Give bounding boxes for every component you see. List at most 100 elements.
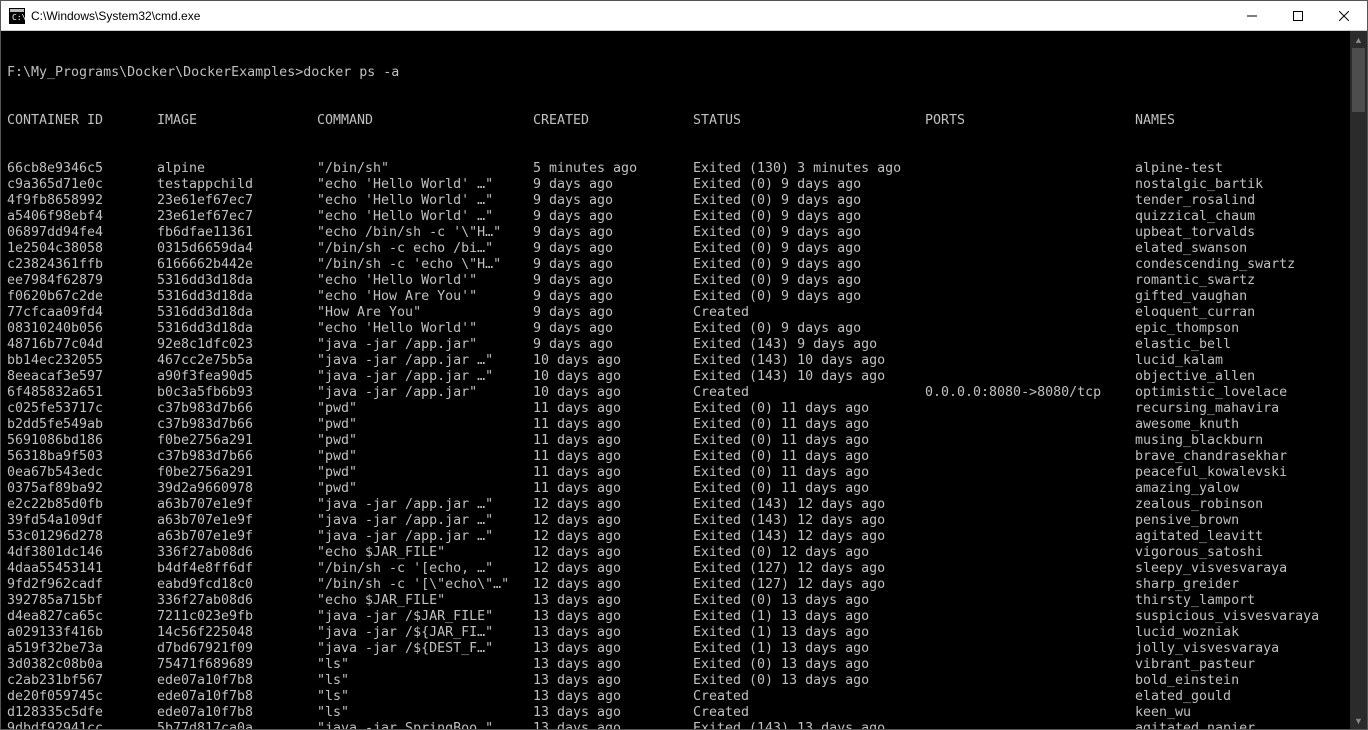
cell-command: "ls": [317, 657, 533, 673]
maximize-button[interactable]: [1275, 1, 1321, 31]
cell-command: "pwd": [317, 481, 533, 497]
cell-names: peaceful_kowalevski: [1135, 465, 1287, 481]
cell-created: 13 days ago: [533, 641, 693, 657]
table-row: de20f059745cede07a10f7b8"ls"13 days agoC…: [7, 689, 1363, 705]
cell-id: 1e2504c38058: [7, 241, 157, 257]
cell-image: 14c56f225048: [157, 625, 317, 641]
cell-id: 9dbdf92941cc: [7, 721, 157, 729]
cell-status: Exited (0) 11 days ago: [693, 481, 925, 497]
cell-command: "pwd": [317, 449, 533, 465]
cell-created: 11 days ago: [533, 481, 693, 497]
cell-image: a63b707e1e9f: [157, 529, 317, 545]
cell-command: "How Are You": [317, 305, 533, 321]
table-row: 4f9fb865899223e61ef67ec7"echo 'Hello Wor…: [7, 193, 1363, 209]
cell-command: "/bin/sh -c '[echo, …": [317, 561, 533, 577]
table-row: c025fe53717cc37b983d7b66"pwd"11 days ago…: [7, 401, 1363, 417]
cell-status: Exited (143) 12 days ago: [693, 497, 925, 513]
cell-command: "echo 'Hello World'": [317, 273, 533, 289]
cell-image: 0315d6659da4: [157, 241, 317, 257]
cell-status: Created: [693, 385, 925, 401]
cell-id: 8eeacaf3e597: [7, 369, 157, 385]
table-row: 77cfcaa09fd45316dd3d18da"How Are You"9 d…: [7, 305, 1363, 321]
cell-status: Exited (143) 13 days ago: [693, 721, 925, 729]
table-row: bb14ec232055467cc2e75b5a"java -jar /app.…: [7, 353, 1363, 369]
cell-names: keen_wu: [1135, 705, 1191, 721]
cell-status: Exited (0) 13 days ago: [693, 673, 925, 689]
table-row: 53c01296d278a63b707e1e9f"java -jar /app.…: [7, 529, 1363, 545]
cell-created: 9 days ago: [533, 337, 693, 353]
table-row: 392785a715bf336f27ab08d6"echo $JAR_FILE"…: [7, 593, 1363, 609]
cell-status: Exited (143) 9 days ago: [693, 337, 925, 353]
cell-names: tender_rosalind: [1135, 193, 1255, 209]
cell-created: 9 days ago: [533, 305, 693, 321]
cell-created: 12 days ago: [533, 513, 693, 529]
minimize-button[interactable]: [1229, 1, 1275, 31]
cell-created: 12 days ago: [533, 545, 693, 561]
cell-image: 5b77d817ca0a: [157, 721, 317, 729]
cell-names: nostalgic_bartik: [1135, 177, 1263, 193]
cell-created: 13 days ago: [533, 673, 693, 689]
cell-names: lucid_wozniak: [1135, 625, 1239, 641]
cell-created: 13 days ago: [533, 609, 693, 625]
cell-names: suspicious_visvesvaraya: [1135, 609, 1319, 625]
cell-created: 13 days ago: [533, 593, 693, 609]
cell-command: "java -jar SpringBoo…": [317, 721, 533, 729]
cell-names: vibrant_pasteur: [1135, 657, 1255, 673]
table-row: a5406f98ebf423e61ef67ec7"echo 'Hello Wor…: [7, 209, 1363, 225]
cell-names: amazing_yalow: [1135, 481, 1239, 497]
cell-command: "echo $JAR_FILE": [317, 545, 533, 561]
cell-created: 9 days ago: [533, 177, 693, 193]
cell-status: Exited (0) 13 days ago: [693, 593, 925, 609]
scroll-down-button[interactable]: ▼: [1350, 712, 1367, 729]
cell-status: Exited (143) 10 days ago: [693, 353, 925, 369]
cell-image: 336f27ab08d6: [157, 545, 317, 561]
cell-command: "/bin/sh -c echo /bi…": [317, 241, 533, 257]
cell-created: 13 days ago: [533, 705, 693, 721]
cell-names: quizzical_chaum: [1135, 209, 1255, 225]
cell-id: a029133f416b: [7, 625, 157, 641]
cell-command: "/bin/sh -c '[\"echo\"…": [317, 577, 533, 593]
table-row: b2dd5fe549abc37b983d7b66"pwd"11 days ago…: [7, 417, 1363, 433]
cell-image: a63b707e1e9f: [157, 497, 317, 513]
cell-status: Exited (130) 3 minutes ago: [693, 161, 925, 177]
cell-image: 6166662b442e: [157, 257, 317, 273]
close-button[interactable]: [1321, 1, 1367, 31]
table-row: 39fd54a109dfa63b707e1e9f"java -jar /app.…: [7, 513, 1363, 529]
table-row: 4df3801dc146336f27ab08d6"echo $JAR_FILE"…: [7, 545, 1363, 561]
cell-image: ede07a10f7b8: [157, 705, 317, 721]
titlebar[interactable]: C:\ C:\Windows\System32\cmd.exe: [1, 1, 1367, 31]
cell-id: e2c22b85d0fb: [7, 497, 157, 513]
cell-id: c025fe53717c: [7, 401, 157, 417]
cell-status: Exited (143) 10 days ago: [693, 369, 925, 385]
table-row: 9fd2f962cadfeabd9fcd18c0"/bin/sh -c '[\"…: [7, 577, 1363, 593]
cell-status: Exited (143) 12 days ago: [693, 529, 925, 545]
scroll-thumb[interactable]: [1352, 48, 1365, 112]
cell-id: 48716b77c04d: [7, 337, 157, 353]
cell-command: "echo 'Hello World' …": [317, 209, 533, 225]
cell-status: Exited (0) 9 days ago: [693, 193, 925, 209]
scroll-up-button[interactable]: ▲: [1350, 31, 1367, 48]
cell-status: Exited (0) 11 days ago: [693, 433, 925, 449]
cell-image: f0be2756a291: [157, 433, 317, 449]
hdr-names: NAMES: [1135, 113, 1175, 129]
cell-image: 467cc2e75b5a: [157, 353, 317, 369]
cell-created: 10 days ago: [533, 369, 693, 385]
vertical-scrollbar[interactable]: ▲ ▼: [1350, 31, 1367, 729]
cell-created: 9 days ago: [533, 241, 693, 257]
cell-created: 13 days ago: [533, 625, 693, 641]
cell-id: d4ea827ca65c: [7, 609, 157, 625]
cell-status: Exited (1) 13 days ago: [693, 641, 925, 657]
cell-created: 11 days ago: [533, 433, 693, 449]
cell-names: thirsty_lamport: [1135, 593, 1255, 609]
cell-status: Exited (0) 9 days ago: [693, 209, 925, 225]
cell-names: vigorous_satoshi: [1135, 545, 1263, 561]
table-row: a029133f416b14c56f225048"java -jar /${JA…: [7, 625, 1363, 641]
cell-command: "echo 'Hello World' …": [317, 193, 533, 209]
table-row: 0ea67b543edcf0be2756a291"pwd"11 days ago…: [7, 465, 1363, 481]
cell-created: 11 days ago: [533, 417, 693, 433]
cell-command: "echo 'How Are You'": [317, 289, 533, 305]
cell-command: "java -jar /${JAR_FI…": [317, 625, 533, 641]
cell-command: "echo /bin/sh -c '\"H…": [317, 225, 533, 241]
terminal-area[interactable]: F:\My_Programs\Docker\DockerExamples>doc…: [1, 31, 1367, 729]
cell-command: "java -jar /app.jar …": [317, 513, 533, 529]
